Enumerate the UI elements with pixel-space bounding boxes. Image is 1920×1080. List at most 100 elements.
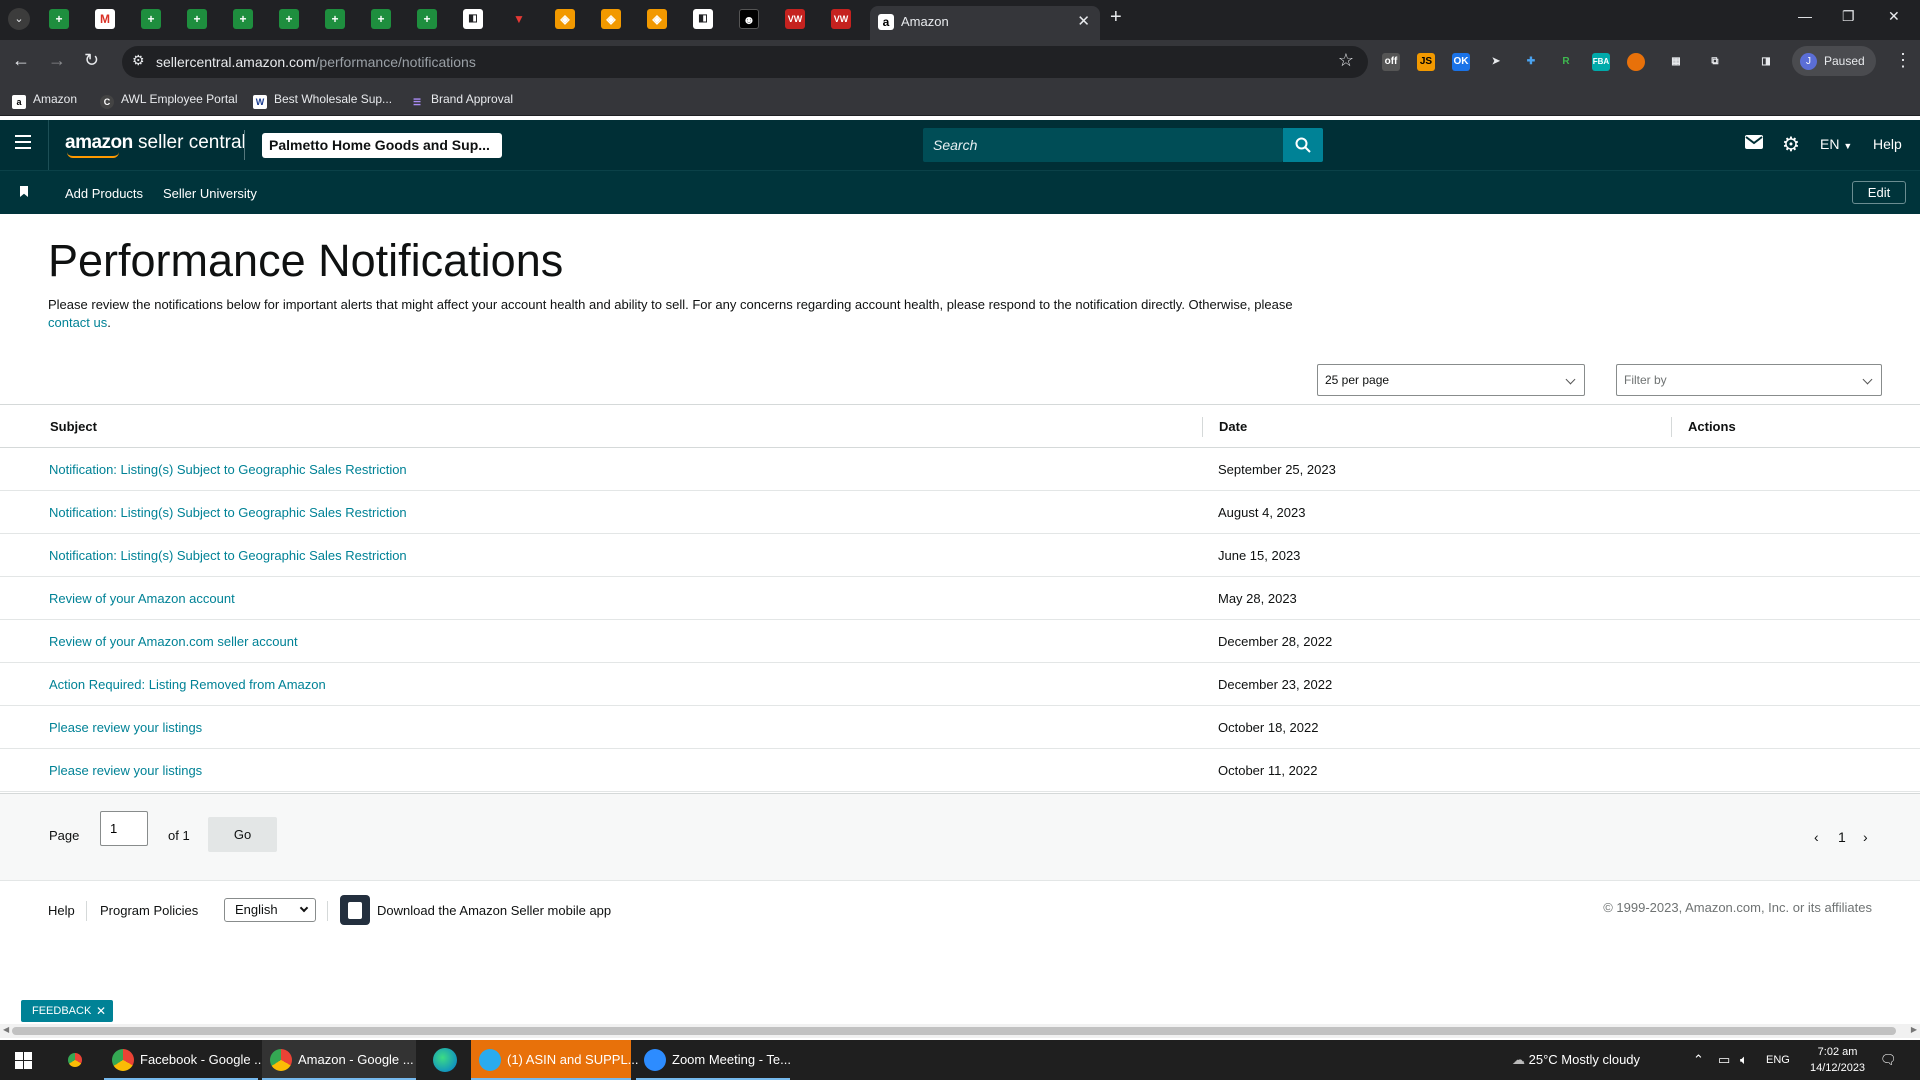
new-tab-icon[interactable]: + [1110, 6, 1122, 29]
pinned-tab-flag[interactable]: ▼ [509, 9, 529, 29]
pinned-tab-sheets[interactable]: + [141, 9, 161, 29]
extension-puzzle-blue-icon[interactable]: ✚ [1522, 53, 1540, 71]
feedback-button[interactable]: FEEDBACK ✕ [21, 1000, 113, 1022]
extension-fba-icon[interactable]: FBA [1592, 53, 1610, 71]
pinned-tab-tool[interactable]: ◈ [601, 9, 621, 29]
tray-overflow-icon[interactable]: ⌃ [1693, 1052, 1704, 1068]
go-button[interactable]: Go [208, 817, 277, 852]
extensions-puzzle-icon[interactable]: ⧉ [1706, 53, 1724, 71]
notification-subject-link[interactable]: Notification: Listing(s) Subject to Geog… [49, 548, 407, 563]
column-header-subject[interactable]: Subject [50, 419, 97, 434]
previous-page-icon[interactable]: ‹ [1814, 829, 1819, 845]
pinned-tab-doc[interactable]: ◧ [693, 9, 713, 29]
per-page-select[interactable]: 25 per page [1317, 364, 1585, 396]
pinned-tab-tool[interactable]: ◈ [647, 9, 667, 29]
profile-button[interactable]: J Paused [1792, 46, 1876, 76]
chrome-icon[interactable] [63, 1048, 87, 1072]
taskbar-app-telegram[interactable]: (1) ASIN and SUPPL... [471, 1040, 639, 1080]
horizontal-scrollbar[interactable]: ◀ ▶ [0, 1024, 1920, 1038]
close-feedback-icon[interactable]: ✕ [96, 1000, 106, 1022]
scroll-left-icon[interactable]: ◀ [3, 1025, 9, 1034]
bookmark-star-icon[interactable]: ☆ [1338, 50, 1354, 71]
download-app-link[interactable]: Download the Amazon Seller mobile app [377, 903, 611, 918]
reload-icon[interactable]: ↻ [84, 50, 99, 71]
notification-subject-link[interactable]: Action Required: Listing Removed from Am… [49, 677, 326, 692]
volume-icon[interactable]: 🔈︎ [1740, 1052, 1748, 1068]
close-window-icon[interactable]: ✕ [1888, 8, 1900, 25]
filter-select[interactable]: Filter by [1616, 364, 1882, 396]
bookmark-icon[interactable] [20, 186, 28, 197]
mail-icon[interactable] [1745, 135, 1763, 154]
amazon-seller-app-icon[interactable] [340, 895, 370, 925]
add-products-link[interactable]: Add Products [65, 186, 143, 201]
pinned-tab-sheets[interactable]: + [187, 9, 207, 29]
scrollbar-thumb[interactable] [12, 1027, 1896, 1035]
help-link[interactable]: Help [1873, 136, 1902, 152]
seller-university-link[interactable]: Seller University [163, 186, 257, 201]
bookmark-wholesale[interactable]: W Best Wholesale Sup... [253, 92, 392, 109]
restore-icon[interactable]: ❐ [1842, 8, 1855, 25]
bookmark-amazon[interactable]: a Amazon [12, 92, 77, 109]
close-tab-icon[interactable]: ✕ [1077, 12, 1090, 30]
address-bar[interactable]: ⚙ sellercentral.amazon.com/performance/n… [122, 46, 1368, 78]
notification-subject-link[interactable]: Please review your listings [49, 720, 202, 735]
pinned-tab-sheets[interactable]: + [417, 9, 437, 29]
back-icon[interactable]: ← [12, 50, 30, 71]
weather-widget[interactable]: ☁ 25°C Mostly cloudy [1512, 1052, 1640, 1068]
forward-icon[interactable]: → [48, 50, 66, 71]
network-icon[interactable]: ▭ [1718, 1052, 1730, 1068]
bookmark-awl-portal[interactable]: C AWL Employee Portal [100, 92, 238, 109]
language-menu[interactable]: EN ▼ [1820, 136, 1852, 152]
browser-menu-icon[interactable]: ⋮ [1894, 50, 1912, 71]
minimize-icon[interactable]: — [1798, 8, 1812, 24]
notification-subject-link[interactable]: Review of your Amazon account [49, 591, 235, 606]
program-policies-link[interactable]: Program Policies [100, 903, 198, 918]
pinned-tab-vw[interactable]: VW [785, 9, 805, 29]
taskbar-app-facebook[interactable]: Facebook - Google ... [104, 1040, 265, 1080]
notification-subject-link[interactable]: Notification: Listing(s) Subject to Geog… [49, 462, 407, 477]
pinned-tab-gmail[interactable]: M [95, 9, 115, 29]
notification-subject-link[interactable]: Please review your listings [49, 763, 202, 778]
notification-subject-link[interactable]: Review of your Amazon.com seller account [49, 634, 298, 649]
menu-icon[interactable] [15, 135, 31, 153]
pinned-tab-sheets[interactable]: + [371, 9, 391, 29]
extension-r-icon[interactable]: R [1557, 53, 1575, 71]
active-tab[interactable]: a Amazon ✕ [870, 6, 1100, 40]
taskbar-app-zoom[interactable]: Zoom Meeting - Te... [636, 1040, 791, 1080]
page-number-input[interactable] [100, 811, 148, 846]
extension-icon[interactable]: off [1382, 53, 1400, 71]
pinned-tab-sheets[interactable]: + [325, 9, 345, 29]
extension-arrow-icon[interactable]: ➤ [1487, 53, 1505, 71]
footer-language-select[interactable]: English [224, 898, 316, 922]
seller-central-logo[interactable]: amazon seller central [65, 132, 246, 158]
pinned-tab-doc[interactable]: ◧ [463, 9, 483, 29]
extension-circle-icon[interactable] [1627, 53, 1645, 71]
settings-gear-icon[interactable]: ⚙ [1782, 132, 1800, 157]
site-info-icon[interactable]: ⚙ [132, 52, 145, 69]
side-panel-icon[interactable]: ◨ [1757, 53, 1775, 71]
pinned-tab-sheets[interactable]: + [279, 9, 299, 29]
contact-us-link[interactable]: contact us [48, 315, 107, 330]
edit-button[interactable]: Edit [1852, 181, 1906, 204]
edge-icon[interactable] [433, 1048, 457, 1072]
store-selector[interactable]: Palmetto Home Goods and Sup... [262, 133, 502, 158]
taskbar-app-amazon[interactable]: Amazon - Google ... [262, 1040, 416, 1080]
next-page-icon[interactable]: › [1863, 829, 1868, 845]
notification-subject-link[interactable]: Notification: Listing(s) Subject to Geog… [49, 505, 407, 520]
input-language[interactable]: ENG [1766, 1054, 1790, 1066]
system-clock[interactable]: 7:02 am 14/12/2023 [1810, 1044, 1865, 1076]
notifications-icon[interactable]: 🗨︎ [1880, 1052, 1897, 1068]
pinned-tab-vw[interactable]: VW [831, 9, 851, 29]
footer-help-link[interactable]: Help [48, 903, 75, 918]
pinned-tab-sheets[interactable]: + [49, 9, 69, 29]
search-input[interactable] [923, 128, 1283, 162]
windows-start-icon[interactable] [15, 1052, 32, 1069]
search-button[interactable] [1283, 128, 1323, 162]
extension-js-icon[interactable]: JS [1417, 53, 1435, 71]
current-page-number[interactable]: 1 [1838, 829, 1846, 845]
pinned-tab-tool[interactable]: ◈ [555, 9, 575, 29]
pinned-tab-app[interactable]: ☻ [739, 9, 759, 29]
column-header-date[interactable]: Date [1219, 419, 1247, 434]
bookmark-brand-approval[interactable]: ☰ Brand Approval [410, 92, 513, 109]
pinned-tab-sheets[interactable]: + [233, 9, 253, 29]
